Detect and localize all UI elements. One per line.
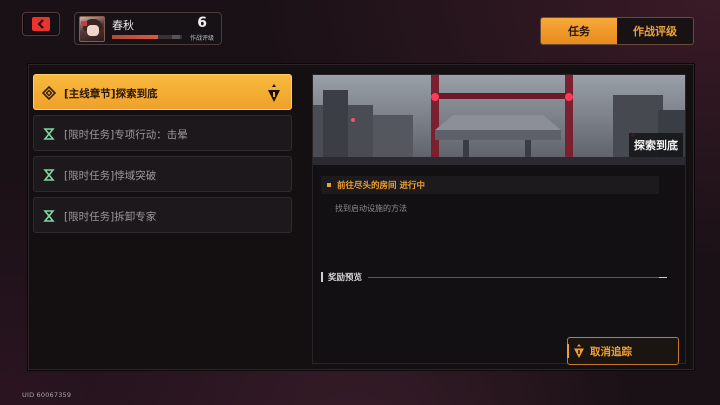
avatar [79,16,105,42]
cancel-tracking-label: 取消追踪 [590,345,632,358]
reward-preview-label: 奖励预览 [328,273,363,283]
track-marker-icon [574,344,584,358]
tab-tasks[interactable]: 任务 [541,18,617,44]
quest-panel: [主线章节]探索到底 [限时任务]专项行动：击晕 [限时任务]悖域突破 [限时任… [28,64,694,370]
quest-item-limited[interactable]: [限时任务]悖域突破 [33,156,292,192]
quest-item-limited[interactable]: [限时任务]拆卸专家 [33,197,292,233]
objective-description: 找到启动设施的方法 [335,204,407,213]
objective-text: 前往尽头的房间 进行中 [337,181,425,191]
quest-label: [限时任务]专项行动：击晕 [64,129,188,141]
quest-list: [主线章节]探索到底 [限时任务]专项行动：击晕 [限时任务]悖域突破 [限时任… [33,74,292,238]
player-profile-card[interactable]: 春秋 6 作战评级 [74,12,222,45]
quest-detail: 探索到底 前往尽头的房间 进行中 找到启动设施的方法 奖励预览 取消追踪 [312,74,686,365]
limited-quest-icon [43,128,55,140]
top-tabs: 任务 作战评级 [540,17,694,45]
track-marker-icon [268,84,280,102]
objective-bullet [327,183,331,187]
cancel-tracking-button[interactable]: 取消追踪 [567,337,679,365]
back-button[interactable] [22,12,60,36]
quest-item-limited[interactable]: [限时任务]专项行动：击晕 [33,115,292,151]
limited-quest-icon [43,169,55,181]
player-level: 6 [197,15,207,31]
uid-label: UID 60067359 [22,391,72,399]
scene-title: 探索到底 [629,133,683,157]
divider [368,276,659,278]
quest-label: [限时任务]悖域突破 [64,170,157,182]
player-name: 春秋 [112,19,134,32]
exp-bar-fill [112,35,158,39]
quest-item-main[interactable]: [主线章节]探索到底 [33,74,292,110]
main-quest-diamond-icon [42,86,56,100]
quest-scene-image: 探索到底 [313,75,685,165]
tab-combat-rating[interactable]: 作战评级 [617,18,693,44]
exp-bar-segment [172,35,180,39]
quest-label: [限时任务]拆卸专家 [64,211,157,223]
quest-label: [主线章节]探索到底 [64,88,158,100]
objective-row: 前往尽头的房间 进行中 [321,176,659,194]
limited-quest-icon [43,210,55,222]
rank-label: 作战评级 [189,35,214,42]
chevron-left-icon [32,17,50,31]
reward-preview-heading: 奖励预览 [321,271,667,283]
